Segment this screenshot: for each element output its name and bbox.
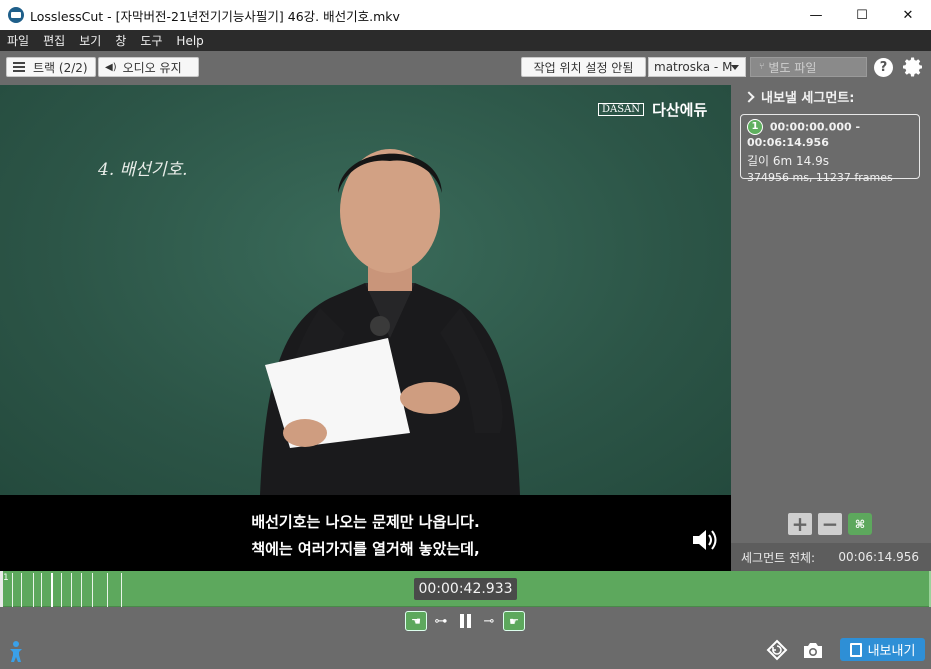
lecturer-figure xyxy=(260,149,520,495)
working-position-button[interactable]: 작업 위치 설정 안됨 xyxy=(521,57,646,77)
total-value: 00:06:14.956 xyxy=(838,550,919,564)
segment-item[interactable]: 1 00:00:00.000 - 00:06:14.956 길이 6m 14.9… xyxy=(740,114,920,184)
menu-view[interactable]: 보기 xyxy=(72,32,108,49)
working-position-label: 작업 위치 설정 안됨 xyxy=(533,60,634,75)
export-label: 내보내기 xyxy=(867,644,916,659)
fork-icon: ⑂ xyxy=(759,62,765,72)
total-label: 세그먼트 전체: xyxy=(741,550,816,565)
keyframe-marker xyxy=(33,573,34,607)
accessibility-icon[interactable] xyxy=(8,640,24,664)
keyframe-marker xyxy=(107,573,108,607)
speaker-icon: ◀) xyxy=(105,61,117,73)
list-icon xyxy=(13,62,25,72)
segment-time-range: 00:00:00.000 - 00:06:14.956 xyxy=(747,120,861,150)
keyframe-marker xyxy=(121,573,122,607)
segment-details: 374956 ms, 11237 frames xyxy=(747,171,893,184)
format-value: matroska - M xyxy=(654,60,733,74)
title-bar: LosslessCut - [자막버전-21년전기기능사필기] 46강. 배선기… xyxy=(0,0,931,30)
toolbar: 트랙 (2/2) ◀) 오디오 유지 작업 위치 설정 안됨 matroska … xyxy=(0,51,931,85)
set-cut-start-button[interactable]: ☚ xyxy=(405,611,427,631)
segments-total: 세그먼트 전체: 00:06:14.956 xyxy=(731,543,931,571)
next-keyframe-icon[interactable]: ⊸ xyxy=(479,614,499,629)
minimize-button[interactable]: — xyxy=(793,0,839,30)
prev-keyframe-icon[interactable]: ⊶ xyxy=(431,614,451,629)
tracks-label: 트랙 (2/2) xyxy=(33,60,88,75)
dasan-logo: DASAN 다산에듀 xyxy=(598,99,707,120)
video-frame: 4. 배선기호. DASAN 다산에듀 xyxy=(0,85,731,495)
logo-name: 다산에듀 xyxy=(652,101,708,119)
tracks-button[interactable]: 트랙 (2/2) xyxy=(6,57,96,77)
subtitle-bar: 배선기호는 나오는 문제만 나옵니다. 책에는 여러가지를 열거해 놓았는데, xyxy=(0,495,731,571)
segment-number-badge: 1 xyxy=(747,119,763,135)
remove-segment-button[interactable]: − xyxy=(818,513,842,535)
current-time[interactable]: 00:00:42.933 xyxy=(414,578,517,600)
help-button[interactable]: ? xyxy=(874,58,893,77)
playhead[interactable] xyxy=(51,573,53,607)
keyframe-marker xyxy=(61,573,62,607)
close-button[interactable]: ✕ xyxy=(885,0,931,30)
separate-file-label: 별도 파일 xyxy=(768,60,817,75)
split-segment-button[interactable]: ⌘ xyxy=(848,513,872,535)
keyframe-marker xyxy=(71,573,72,607)
separate-file-toggle[interactable]: ⑂ 별도 파일 xyxy=(750,57,867,77)
timeline[interactable]: 1 00:00:42.933 xyxy=(0,571,931,607)
keyframe-marker xyxy=(41,573,42,607)
rotate-icon[interactable] xyxy=(765,638,789,662)
subtitle-line-2: 책에는 여러가지를 열거해 놓았는데, xyxy=(251,540,480,558)
menu-tools[interactable]: 도구 xyxy=(133,32,169,49)
playback-controls: ☚ ⊶ ⊸ ☛ 내보내기 xyxy=(0,607,931,669)
menu-file[interactable]: 파일 xyxy=(0,32,36,49)
segment-duration: 길이 6m 14.9s xyxy=(747,154,830,168)
timeline-segment-number: 1 xyxy=(3,573,9,583)
segments-panel: 내보낼 세그먼트: 1 00:00:00.000 - 00:06:14.956 … xyxy=(731,85,931,571)
export-button[interactable]: 내보내기 xyxy=(840,638,925,661)
set-cut-end-button[interactable]: ☛ xyxy=(503,611,525,631)
keyframe-marker xyxy=(12,573,13,607)
menu-bar: 파일 편집 보기 창 도구 Help xyxy=(0,30,931,51)
subtitle-line-1: 배선기호는 나오는 문제만 나옵니다. xyxy=(251,513,480,531)
segments-header-label: 내보낼 세그먼트: xyxy=(761,91,855,106)
keyframe-marker xyxy=(92,573,93,607)
maximize-button[interactable]: ☐ xyxy=(839,0,885,30)
volume-icon[interactable] xyxy=(690,525,720,555)
segments-header[interactable]: 내보낼 세그먼트: xyxy=(743,87,855,106)
add-segment-button[interactable]: + xyxy=(788,513,812,535)
pause-button[interactable] xyxy=(455,611,475,631)
keep-audio-label: 오디오 유지 xyxy=(122,60,182,75)
keyframe-marker xyxy=(21,573,22,607)
format-select[interactable]: matroska - M xyxy=(648,57,746,77)
window-title: LosslessCut - [자막버전-21년전기기능사필기] 46강. 배선기… xyxy=(30,8,400,24)
menu-window[interactable]: 창 xyxy=(108,32,133,49)
export-icon xyxy=(849,642,862,657)
app-icon xyxy=(8,7,24,23)
keyframe-marker xyxy=(81,573,82,607)
camera-icon[interactable] xyxy=(802,640,824,660)
chevron-right-icon xyxy=(743,90,755,103)
menu-help[interactable]: Help xyxy=(169,34,210,48)
menu-edit[interactable]: 편집 xyxy=(36,32,72,49)
chalkboard-text: 4. 배선기호. xyxy=(98,160,188,180)
gear-icon[interactable] xyxy=(901,55,925,79)
video-player[interactable]: 4. 배선기호. DASAN 다산에듀 배선기호는 나오는 문제만 나옵니다. … xyxy=(0,85,731,571)
keep-audio-button[interactable]: ◀) 오디오 유지 xyxy=(98,57,199,77)
logo-box: DASAN xyxy=(598,103,645,116)
chevron-down-icon xyxy=(731,65,739,70)
